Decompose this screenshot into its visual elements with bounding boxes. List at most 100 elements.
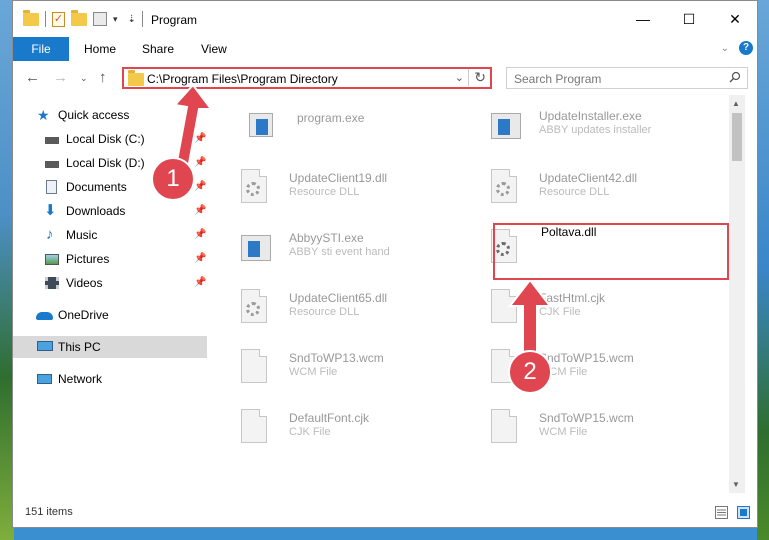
address-dropdown-icon[interactable]: ⌄	[455, 71, 464, 84]
nav-onedrive[interactable]: OneDrive	[13, 304, 207, 326]
nav-downloads[interactable]: ⬇ Downloads 📌	[13, 200, 207, 222]
file-item[interactable]: SndToWP13.wcm WCM File	[233, 341, 473, 399]
nav-label: Videos	[66, 276, 103, 290]
annotation-arrow-2	[508, 280, 552, 360]
search-box[interactable]: Search Program	[506, 67, 748, 89]
music-note-icon: ♪	[46, 226, 54, 243]
nav-network[interactable]: Network	[13, 368, 207, 390]
file-item[interactable]: UpdateInstaller.exe ABBY updates install…	[483, 99, 723, 157]
quick-access-toolbar: ✓ ▾ ⇣	[23, 9, 143, 27]
close-button[interactable]: ✕	[715, 7, 755, 31]
large-icons-view-icon[interactable]	[737, 506, 750, 519]
tab-share[interactable]: Share	[142, 37, 174, 61]
up-icon[interactable]: ↑	[99, 69, 107, 86]
nav-pictures[interactable]: Pictures 📌	[13, 248, 207, 270]
toolbar-separator	[141, 11, 143, 27]
address-row: ← → ⌄ ↑ C:\Program Files\Program Directo…	[13, 61, 757, 95]
file-item[interactable]: DefaultFont.cjk CJK File	[233, 401, 473, 459]
annotation-badge-1: 1	[151, 157, 195, 201]
exe-file-icon	[491, 107, 521, 145]
nav-this-pc[interactable]: This PC	[13, 336, 207, 358]
generic-file-icon	[241, 409, 271, 447]
address-path[interactable]: C:\Program Files\Program Directory	[147, 72, 338, 86]
nav-label: Local Disk (C:)	[66, 132, 145, 146]
pin-icon[interactable]: 📌	[194, 224, 206, 246]
file-name: SndToWP15.wcm	[539, 411, 634, 425]
tab-view[interactable]: View	[201, 37, 227, 61]
explorer-window: ✓ ▾ ⇣ Program — ☐ ✕ File Home Share View…	[12, 0, 758, 528]
tab-home[interactable]: Home	[84, 37, 116, 61]
file-type: Resource DLL	[289, 306, 360, 318]
pin-icon[interactable]: 📌	[194, 248, 206, 270]
nav-music[interactable]: ♪ Music 📌	[13, 224, 207, 246]
nav-label: Pictures	[66, 252, 110, 266]
annotation-badge-2: 2	[508, 350, 552, 394]
file-item[interactable]: SndToWP15.wcm WCM File	[483, 401, 723, 459]
computer-icon	[37, 341, 53, 351]
back-icon[interactable]: ←	[25, 69, 40, 86]
details-view-icon[interactable]	[715, 506, 728, 519]
file-name: SndToWP13.wcm	[289, 351, 384, 365]
help-icon[interactable]: ?	[739, 41, 753, 55]
file-type: ABBY updates installer	[539, 124, 652, 136]
expand-ribbon-icon[interactable]: ⌄	[721, 43, 729, 54]
folder-icon[interactable]	[23, 9, 39, 26]
file-type: CJK File	[289, 426, 331, 438]
pictures-icon	[45, 254, 59, 265]
pin-icon[interactable]: 📌	[194, 272, 206, 294]
nav-label: Network	[58, 372, 103, 386]
search-input[interactable]: Search Program	[514, 72, 601, 86]
ribbon-tabs: File Home Share View ⌄ ?	[13, 37, 757, 61]
tab-file[interactable]: File	[13, 37, 69, 61]
file-type: Resource DLL	[289, 186, 360, 198]
film-icon	[45, 277, 59, 289]
nav-label: Quick access	[58, 108, 130, 122]
dll-file-icon	[491, 169, 521, 207]
maximize-button[interactable]: ☐	[669, 7, 709, 31]
nav-label: Music	[66, 228, 98, 242]
documents-icon	[46, 180, 57, 194]
file-item[interactable]: AbbyySTI.exe ABBY sti event hand	[233, 221, 473, 279]
file-name: UpdateClient65.dll	[289, 291, 388, 305]
desktop-background-right	[757, 0, 769, 540]
properties-icon[interactable]	[93, 12, 107, 26]
nav-label: Downloads	[66, 204, 126, 218]
dll-file-icon	[241, 169, 271, 207]
item-count: 151 items	[25, 506, 73, 518]
network-icon	[37, 374, 52, 384]
star-icon: ★	[37, 107, 50, 123]
refresh-icon[interactable]: ↻	[468, 69, 486, 86]
file-name: SndToWP15.wcm	[539, 351, 634, 365]
exe-file-icon	[249, 107, 279, 145]
nav-videos[interactable]: Videos 📌	[13, 272, 207, 294]
customize-toolbar-chevron-icon[interactable]: ▾	[113, 14, 118, 25]
file-item[interactable]: UpdateClient65.dll Resource DLL	[233, 281, 473, 339]
scroll-down-icon[interactable]: ▼	[732, 480, 740, 489]
dll-file-icon	[241, 289, 271, 327]
file-list: program.exe UpdateInstaller.exe ABBY upd…	[207, 95, 745, 493]
new-folder-icon[interactable]	[71, 9, 87, 26]
file-type: ABBY sti event hand	[289, 246, 390, 258]
forward-icon[interactable]: →	[53, 69, 68, 86]
nav-label: This PC	[58, 340, 101, 354]
file-type: Resource DLL	[539, 186, 610, 198]
nav-label: Documents	[66, 180, 127, 194]
file-type: WCM File	[539, 426, 588, 438]
vertical-scrollbar[interactable]: ▲ ▼	[729, 95, 745, 493]
scroll-up-icon[interactable]: ▲	[732, 99, 740, 108]
file-item[interactable]: UpdateClient42.dll Resource DLL	[483, 161, 723, 219]
recent-locations-chevron-icon[interactable]: ⌄	[80, 73, 88, 84]
minimize-button[interactable]: —	[623, 7, 663, 31]
window-title: Program	[151, 13, 198, 27]
file-name: DefaultFont.cjk	[289, 411, 370, 425]
file-item[interactable]: program.exe	[241, 99, 481, 157]
file-item[interactable]: UpdateClient19.dll Resource DLL	[233, 161, 473, 219]
generic-file-icon	[491, 409, 521, 447]
properties-check-icon[interactable]: ✓	[52, 11, 65, 27]
toolbar-dropdown-icon[interactable]: ⇣	[128, 14, 136, 25]
scrollbar-thumb[interactable]	[732, 113, 742, 161]
file-name: UpdateClient42.dll	[539, 171, 638, 185]
search-icon[interactable]	[729, 71, 741, 83]
file-name: AbbyySTI.exe	[289, 231, 364, 245]
pin-icon[interactable]: 📌	[194, 200, 206, 222]
